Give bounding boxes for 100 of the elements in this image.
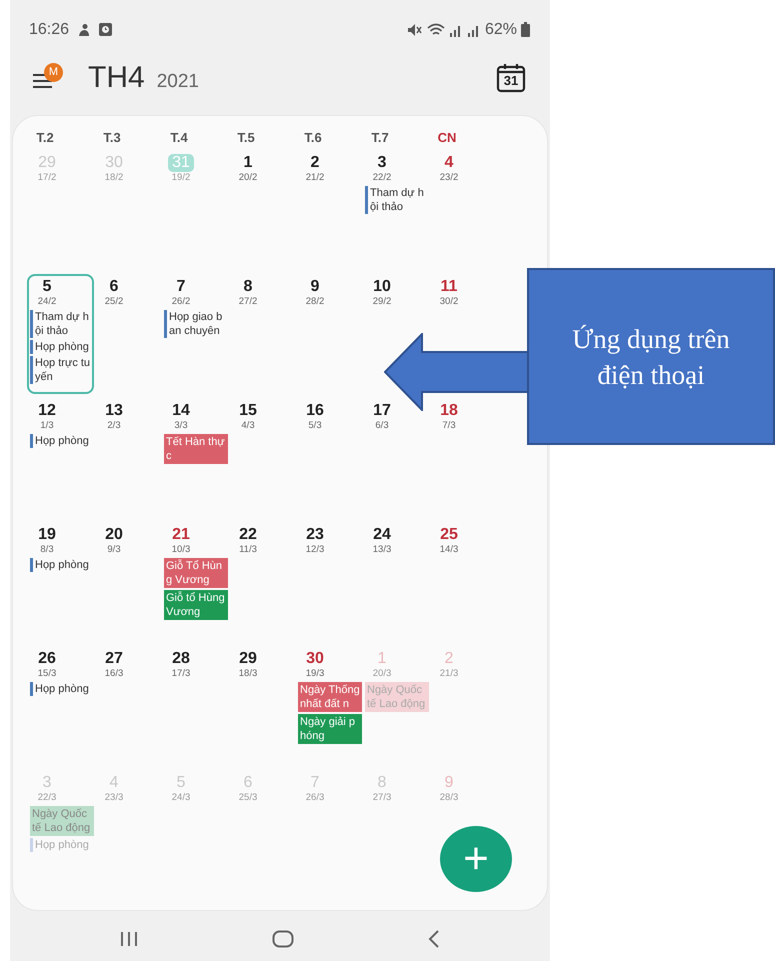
day-number[interactable]: 6 [97, 278, 131, 296]
day-number[interactable]: 18 [432, 402, 466, 420]
day-number[interactable]: 28 [164, 650, 198, 668]
day-number[interactable]: 29 [231, 650, 265, 668]
day-cell[interactable]: 16 5/3 [295, 398, 362, 434]
day-number[interactable]: 26 [30, 650, 64, 668]
month-title[interactable]: TH4 [88, 55, 145, 100]
day-number[interactable]: 8 [231, 278, 265, 296]
lunar-date: 6/3 [374, 420, 390, 432]
recent-apps-icon[interactable] [120, 931, 138, 948]
lunar-date: 17/3 [170, 668, 192, 680]
day-cell[interactable]: 10 29/2 [362, 274, 429, 310]
day-number[interactable]: 22 [231, 526, 265, 544]
lunar-date: 4/3 [240, 420, 256, 432]
day-number[interactable]: 30 [298, 650, 332, 668]
day-number[interactable]: 13 [97, 402, 131, 420]
day-number[interactable]: 4 [432, 154, 466, 172]
day-number[interactable]: 27 [97, 650, 131, 668]
day-number[interactable]: 20 [97, 526, 131, 544]
lunar-date: 18/2 [104, 172, 124, 184]
day-cell[interactable]: 13 2/3 [94, 398, 161, 434]
day-number[interactable]: 3 [365, 154, 399, 172]
event-chip[interactable]: Họp trực tuyến [30, 356, 94, 384]
lunar-date: 8/3 [39, 544, 55, 556]
day-number[interactable]: 14 [164, 402, 198, 420]
day-number[interactable]: 17 [365, 402, 399, 420]
weekday-label: T.4 [169, 128, 189, 147]
weekday-label: T.6 [303, 128, 323, 147]
day-cell[interactable]: 29 18/3 [228, 646, 295, 682]
day-cell[interactable]: 17 6/3 [362, 398, 429, 434]
day-number[interactable]: 19 [30, 526, 64, 544]
day-cell[interactable]: 8 27/2 [228, 274, 295, 310]
event-chip[interactable]: Ngày Thống nhất đất n [298, 682, 362, 712]
event-chip[interactable]: Họp phòng [30, 558, 94, 572]
day-number[interactable]: 15 [231, 402, 265, 420]
day-cell[interactable]: 21 10/3 Giỗ Tổ Hùng Vương Giỗ tổ Hùng Vương [161, 522, 228, 622]
today-button[interactable]: 31 [496, 62, 526, 93]
day-number[interactable]: 2 [298, 154, 332, 172]
event-chip[interactable]: Tham dự hội thảo [365, 186, 429, 214]
lunar-date: 26/3 [304, 792, 326, 804]
day-cell[interactable]: 14 3/3 Tết Hàn thực [161, 398, 228, 466]
lunar-date: 18/3 [238, 668, 258, 680]
day-cell[interactable]: 3 22/2 Tham dự hội thảo [362, 150, 429, 216]
day-cell[interactable]: 22 11/3 [228, 522, 295, 558]
battery-percent: 62% [484, 20, 517, 40]
day-cell[interactable]: 5 24/2 Tham dự hội thảo Họp phòng Họp trực tuyến [27, 274, 94, 394]
back-icon[interactable] [428, 930, 440, 948]
day-cell[interactable]: 15 4/3 [228, 398, 295, 434]
day-cell[interactable]: 25 14/3 [429, 522, 496, 558]
lunar-date: 7/3 [441, 420, 457, 432]
day-number[interactable]: 24 [365, 526, 399, 544]
day-cell[interactable]: 9 28/2 [295, 274, 362, 310]
event-chip[interactable]: Giỗ Tổ Hùng Vương [164, 558, 228, 588]
day-number[interactable]: 25 [432, 526, 466, 544]
day-number[interactable]: 5 [30, 278, 64, 296]
day-cell[interactable]: 11 30/2 [429, 274, 496, 310]
day-cell[interactable]: 2 21/2 [295, 150, 362, 186]
day-number[interactable]: 11 [432, 278, 466, 296]
day-cell[interactable]: 4 23/2 [429, 150, 496, 186]
event-chip[interactable]: Tham dự hội thảo [30, 310, 94, 338]
day-cell[interactable]: 24 13/3 [362, 522, 429, 558]
day-number[interactable]: 7 [164, 278, 198, 296]
day-cell[interactable]: 20 9/3 [94, 522, 161, 558]
lunar-date: 2/3 [106, 420, 122, 432]
event-chip[interactable]: Họp phòng [30, 682, 94, 696]
status-time: 16:26 [29, 20, 70, 40]
day-cell[interactable]: 28 17/3 [161, 646, 228, 682]
day-number[interactable]: 21 [164, 526, 198, 544]
lunar-date: 25/2 [104, 296, 124, 308]
day-number[interactable]: 16 [298, 402, 332, 420]
lunar-date: 27/3 [372, 792, 392, 804]
day-cell[interactable]: 30 19/3 Ngày Thống nhất đất n Ngày giải phóng [295, 646, 362, 746]
wifi-icon [426, 22, 445, 37]
event-chip[interactable]: Tết Hàn thực [164, 434, 228, 464]
day-cell[interactable]: 26 15/3 Họp phòng [27, 646, 94, 698]
lunar-date: 26/2 [170, 296, 192, 308]
weekday-label: T.3 [102, 128, 122, 147]
day-number[interactable]: 1 [231, 154, 265, 172]
event-chip[interactable]: Họp giao ban chuyên [164, 310, 228, 338]
home-icon[interactable] [272, 930, 294, 948]
event-chip[interactable]: Ngày giải phóng [298, 714, 362, 744]
day-cell[interactable]: 27 16/3 [94, 646, 161, 682]
day-number[interactable]: 12 [30, 402, 64, 420]
day-cell[interactable]: 12 1/3 Họp phòng [27, 398, 94, 450]
day-cell[interactable]: 19 8/3 Họp phòng [27, 522, 94, 574]
day-number[interactable]: 10 [365, 278, 399, 296]
lunar-date: 20/2 [238, 172, 258, 184]
day-cell[interactable]: 1 20/2 [228, 150, 295, 186]
event-chip[interactable]: Giỗ tổ Hùng Vương [164, 590, 228, 620]
event-chip[interactable]: Họp phòng [30, 340, 94, 354]
day-number[interactable]: 23 [298, 526, 332, 544]
day-cell[interactable]: 18 7/3 [429, 398, 496, 434]
day-number[interactable]: 9 [298, 278, 332, 296]
day-cell[interactable]: 6 25/2 [94, 274, 161, 310]
day-cell[interactable]: 7 26/2 Họp giao ban chuyên [161, 274, 228, 340]
lunar-date: 14/3 [438, 544, 460, 556]
lunar-date: 21/3 [438, 668, 460, 680]
event-chip[interactable]: Họp phòng [30, 434, 94, 448]
day-cell[interactable]: 23 12/3 [295, 522, 362, 558]
lunar-date: 24/3 [170, 792, 192, 804]
